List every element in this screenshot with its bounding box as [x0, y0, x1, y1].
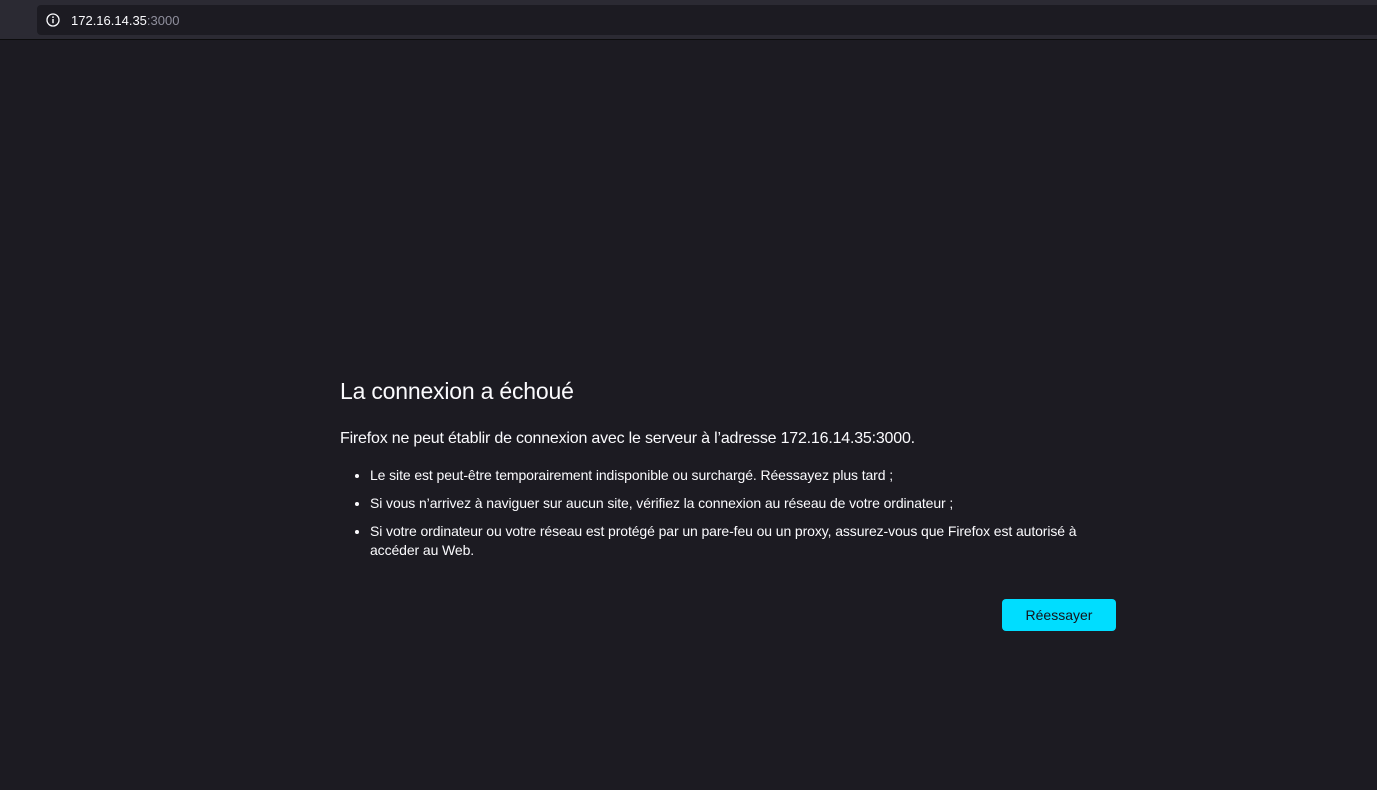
url-port: :3000 [146, 12, 180, 28]
error-page: La connexion a échoué Firefox ne peut ét… [340, 376, 1120, 569]
url-host: 172.16.14.35 [71, 12, 147, 28]
retry-button[interactable]: Réessayer [1002, 599, 1116, 631]
list-item: Si votre ordinateur ou votre réseau est … [370, 522, 1120, 560]
error-title: La connexion a échoué [340, 378, 574, 404]
url-text[interactable]: 172.16.14.35:3000 [71, 13, 179, 28]
list-item: Le site est peut-être temporairement ind… [370, 466, 1120, 485]
error-suggestions-list: Le site est peut-être temporairement ind… [340, 466, 1120, 560]
browser-toolbar: 172.16.14.35:3000 [0, 0, 1377, 40]
info-icon[interactable] [46, 13, 60, 27]
button-row: Réessayer [1002, 599, 1116, 631]
list-item: Si vous n’arrivez à naviguer sur aucun s… [370, 494, 1120, 513]
address-bar[interactable]: 172.16.14.35:3000 [37, 5, 1377, 35]
error-description: Firefox ne peut établir de connexion ave… [340, 430, 915, 447]
